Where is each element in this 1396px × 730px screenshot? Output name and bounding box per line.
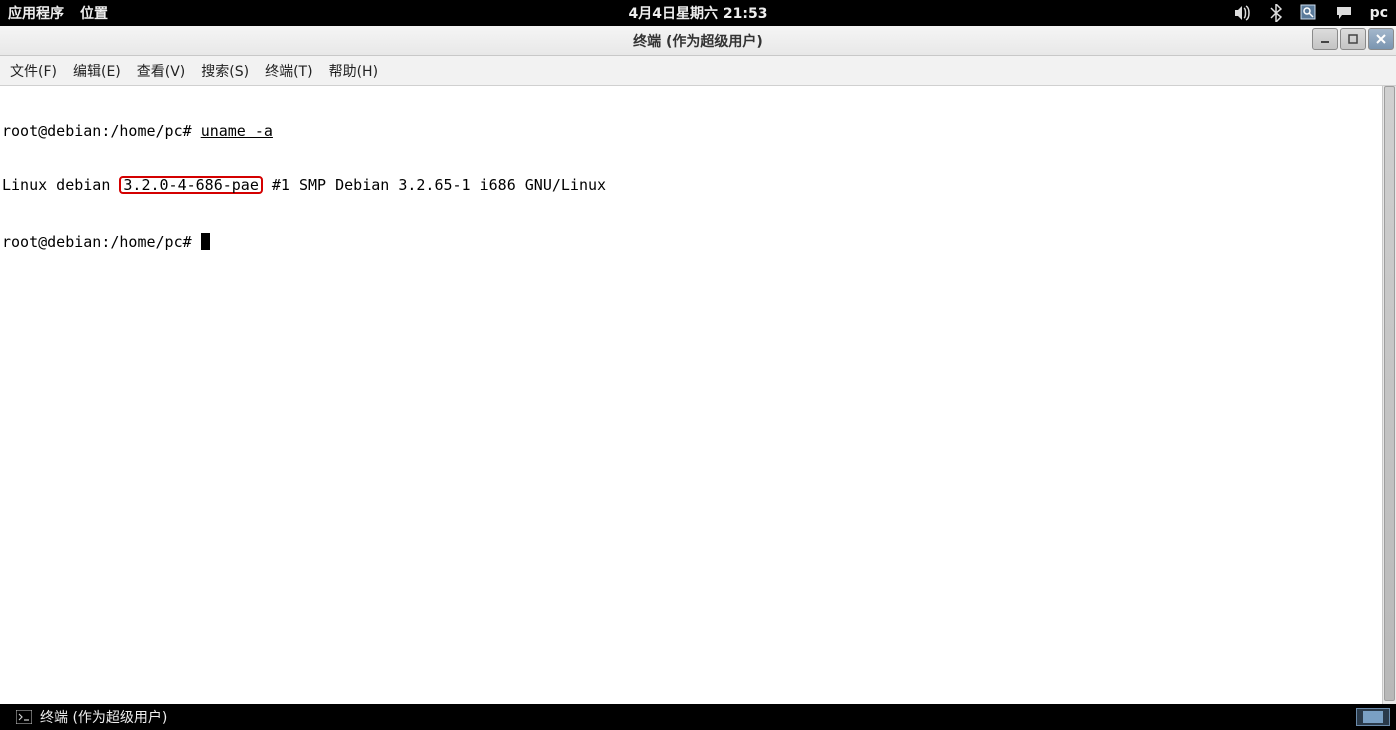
command-uname: uname -a	[201, 122, 273, 140]
bluetooth-icon[interactable]	[1270, 4, 1282, 22]
menu-places[interactable]: 位置	[80, 3, 108, 23]
taskbar-item-terminal[interactable]: 终端 (作为超级用户)	[6, 705, 177, 729]
close-button[interactable]	[1368, 28, 1394, 50]
window-menubar: 文件(F) 编辑(E) 查看(V) 搜索(S) 终端(T) 帮助(H)	[0, 56, 1396, 86]
menu-file[interactable]: 文件(F)	[10, 61, 57, 81]
output-suffix: #1 SMP Debian 3.2.65-1 i686 GNU/Linux	[263, 176, 606, 194]
prompt-1: root@debian:/home/pc#	[2, 122, 201, 140]
terminal-line-2: Linux debian 3.2.0-4-686-pae #1 SMP Debi…	[2, 176, 1380, 194]
workspace-active-icon	[1363, 711, 1383, 723]
kernel-version-highlight: 3.2.0-4-686-pae	[119, 176, 262, 194]
menu-terminal[interactable]: 终端(T)	[265, 61, 312, 81]
top-gnome-panel: 应用程序 位置 4月4日星期六 21:53 pc	[0, 0, 1396, 26]
terminal-output[interactable]: root@debian:/home/pc# uname -a Linux deb…	[0, 86, 1382, 704]
menu-search[interactable]: 搜索(S)	[201, 61, 249, 81]
minimize-button[interactable]	[1312, 28, 1338, 50]
terminal-cursor	[201, 233, 210, 250]
chat-icon[interactable]	[1336, 6, 1352, 20]
panel-left-group: 应用程序 位置	[0, 3, 108, 23]
window-titlebar: 终端 (作为超级用户)	[0, 26, 1396, 56]
output-prefix: Linux debian	[2, 176, 119, 194]
volume-icon[interactable]	[1234, 5, 1252, 21]
terminal-area: root@debian:/home/pc# uname -a Linux deb…	[0, 86, 1396, 704]
menu-edit[interactable]: 编辑(E)	[73, 61, 121, 81]
terminal-line-3: root@debian:/home/pc#	[2, 230, 1380, 248]
panel-clock[interactable]: 4月4日星期六 21:53	[629, 3, 768, 23]
workspace-switcher[interactable]	[1356, 708, 1390, 726]
window-controls	[1312, 28, 1394, 50]
terminal-icon	[16, 710, 32, 724]
terminal-line-1: root@debian:/home/pc# uname -a	[2, 122, 1380, 140]
bottom-gnome-panel: 终端 (作为超级用户)	[0, 704, 1396, 730]
menu-help[interactable]: 帮助(H)	[329, 61, 378, 81]
menu-view[interactable]: 查看(V)	[137, 61, 186, 81]
terminal-scrollbar[interactable]	[1382, 86, 1396, 704]
prompt-2: root@debian:/home/pc#	[2, 233, 201, 251]
taskbar-item-label: 终端 (作为超级用户)	[40, 707, 167, 727]
user-menu[interactable]: pc	[1370, 5, 1388, 21]
panel-right-group: pc	[1234, 4, 1396, 22]
scrollbar-thumb[interactable]	[1384, 86, 1395, 701]
search-icon[interactable]	[1300, 4, 1318, 22]
window-title: 终端 (作为超级用户)	[633, 31, 763, 51]
menu-applications[interactable]: 应用程序	[8, 3, 64, 23]
maximize-button[interactable]	[1340, 28, 1366, 50]
